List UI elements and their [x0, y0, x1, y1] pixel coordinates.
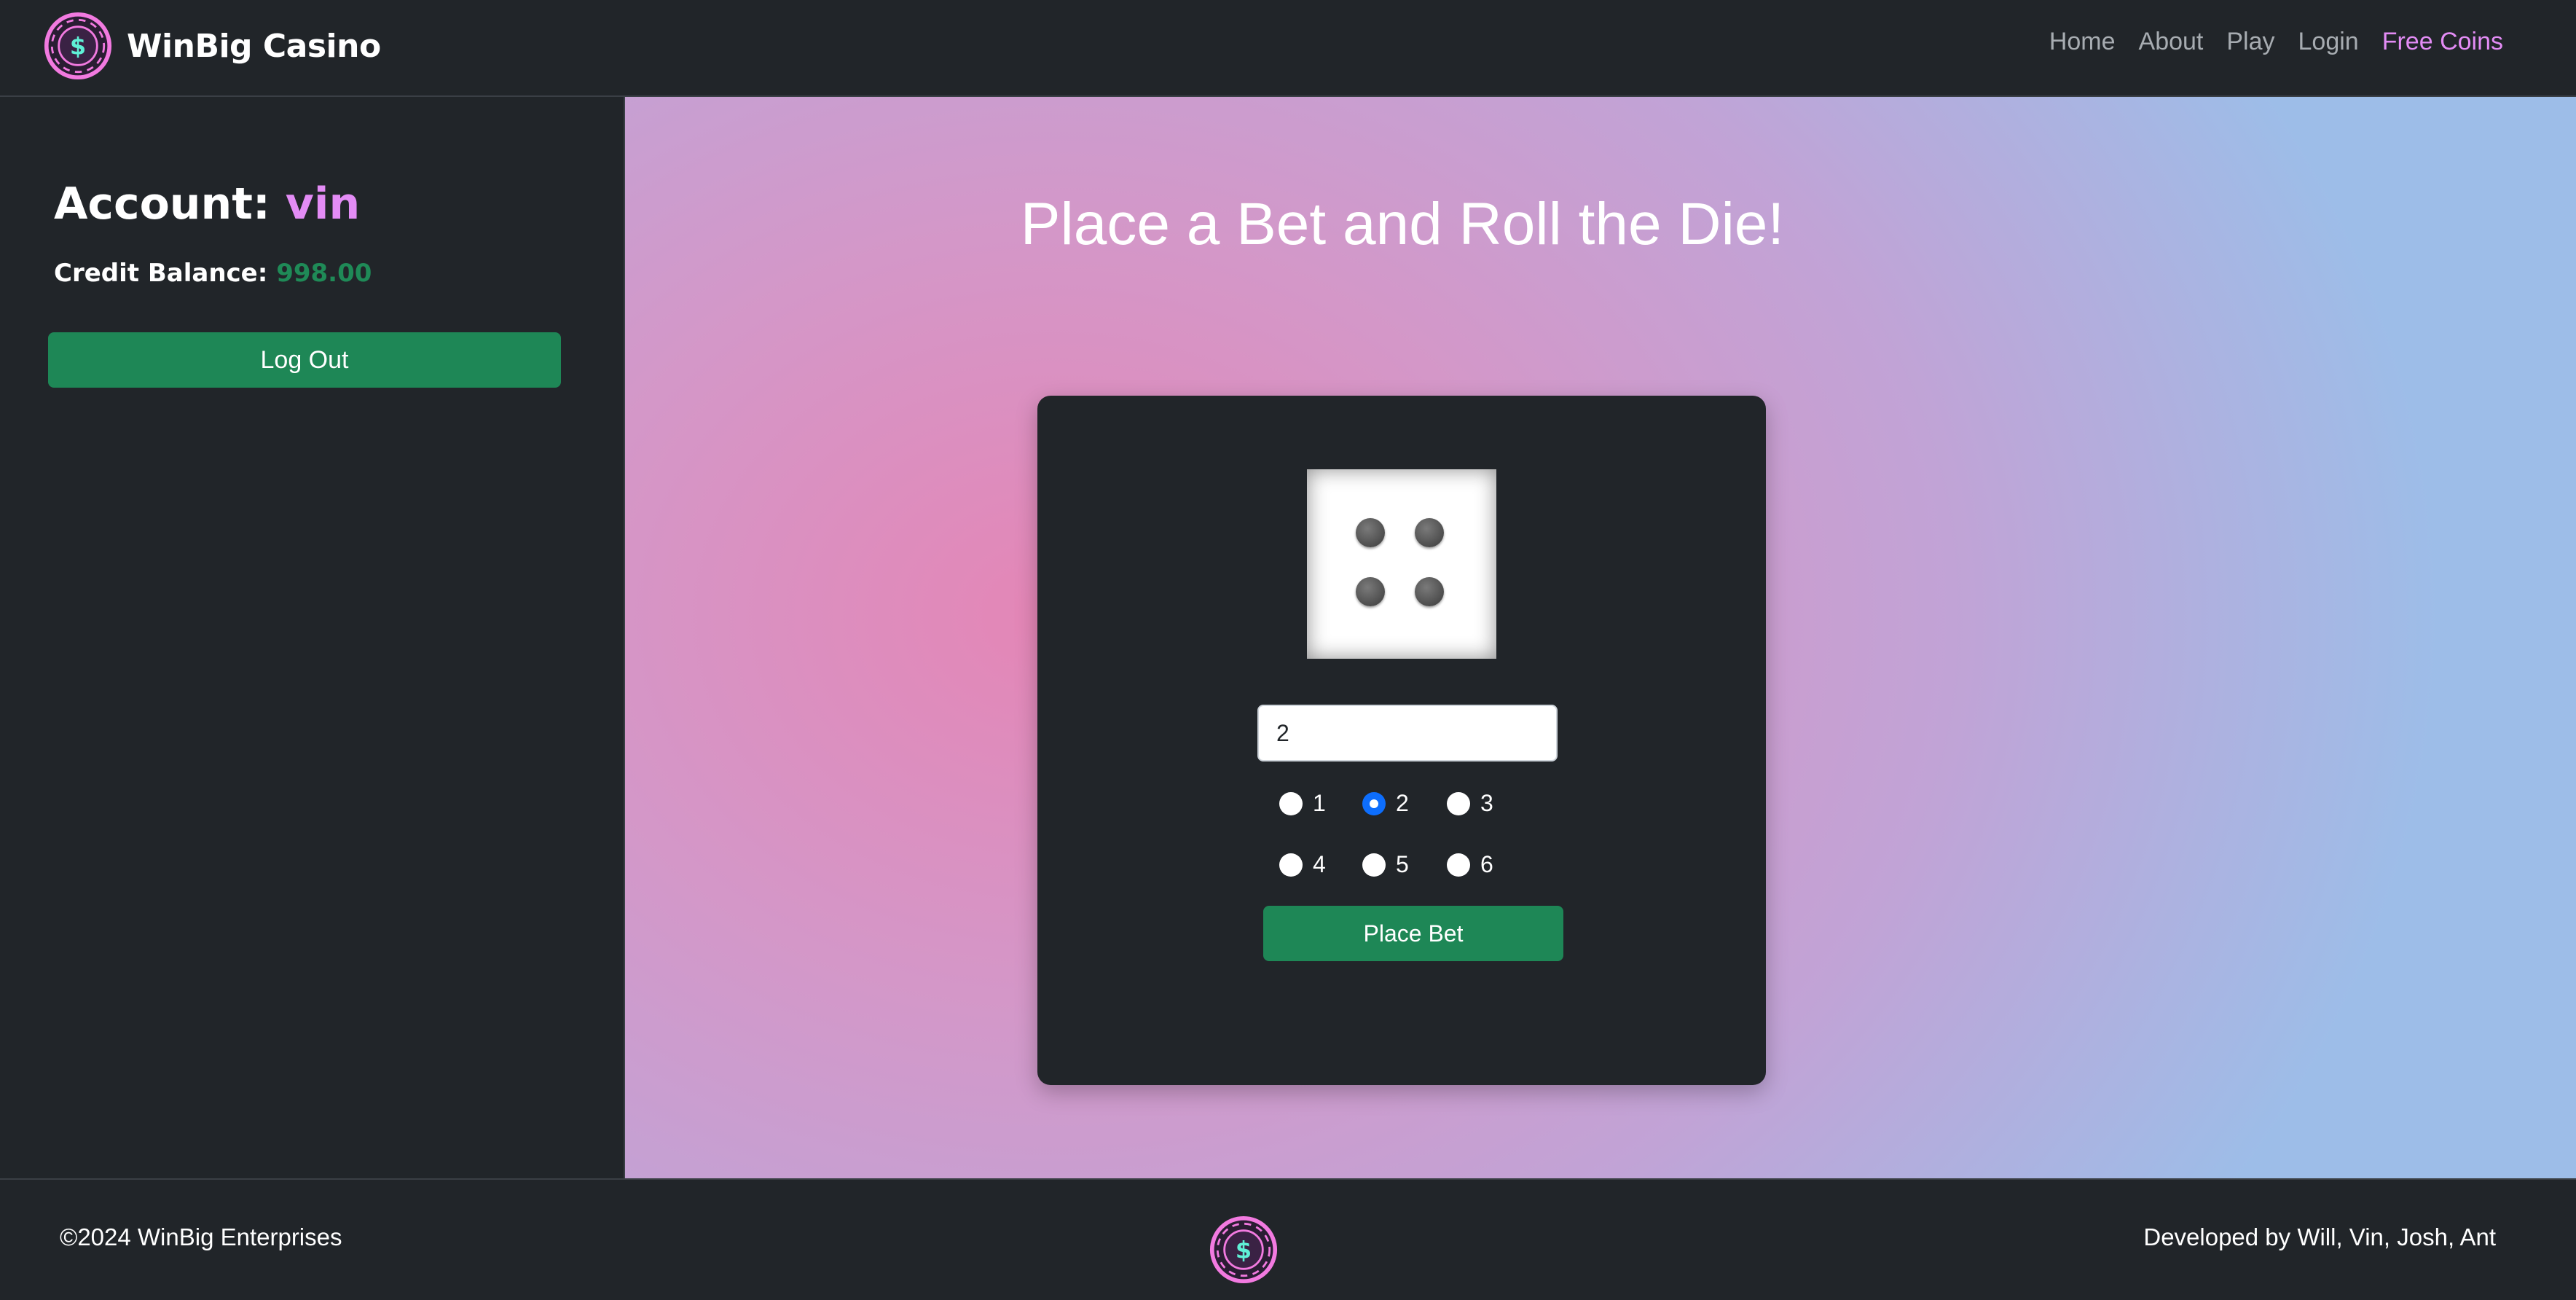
- svg-text:$: $: [1236, 1236, 1252, 1264]
- credit-amount: 998.00: [276, 259, 372, 288]
- radio-button-selected[interactable]: [1362, 791, 1386, 815]
- radio-option-5[interactable]: 5: [1362, 851, 1409, 878]
- radio-label: 5: [1396, 851, 1409, 877]
- page-title: Place a Bet and Roll the Die!: [1020, 191, 1785, 257]
- credit-label: Credit Balance:: [54, 259, 268, 288]
- die-pip: [1356, 518, 1385, 547]
- account-username: vin: [285, 179, 361, 230]
- die-pip: [1356, 577, 1385, 606]
- main-content: Place a Bet and Roll the Die! 1 2 3 4 5: [625, 97, 2576, 1178]
- radio-label: 3: [1480, 790, 1493, 816]
- radio-button[interactable]: [1447, 853, 1470, 877]
- die-pip: [1415, 518, 1444, 547]
- bet-amount-input[interactable]: [1257, 705, 1558, 761]
- radio-option-6[interactable]: 6: [1447, 851, 1493, 878]
- radio-option-1[interactable]: 1: [1279, 790, 1326, 817]
- game-card: 1 2 3 4 5 6 Place Bet: [1037, 396, 1766, 1085]
- radio-label: 6: [1480, 851, 1493, 877]
- die-face: [1307, 469, 1496, 659]
- account-heading: Account: vin: [54, 179, 360, 230]
- nav-play-link[interactable]: Play: [2226, 28, 2274, 56]
- radio-option-4[interactable]: 4: [1279, 851, 1326, 878]
- sidebar: Account: vin Credit Balance: 998.00 Log …: [0, 97, 625, 1178]
- radio-label: 1: [1313, 790, 1326, 816]
- footer: ©2024 WinBig Enterprises $ Developed by …: [0, 1178, 2576, 1300]
- radio-button[interactable]: [1279, 791, 1303, 815]
- radio-button[interactable]: [1447, 791, 1470, 815]
- nav-free-coins-link[interactable]: Free Coins: [2382, 28, 2503, 56]
- brand[interactable]: $ WinBig Casino: [44, 9, 381, 82]
- credit-balance: Credit Balance: 998.00: [54, 259, 372, 288]
- footer-copyright: ©2024 WinBig Enterprises: [60, 1223, 342, 1250]
- logout-button[interactable]: Log Out: [48, 332, 561, 388]
- radio-option-3[interactable]: 3: [1447, 790, 1493, 817]
- svg-text:$: $: [70, 32, 86, 60]
- navbar: $ WinBig Casino Home About Play Login Fr…: [0, 0, 2576, 97]
- casino-chip-footer-icon: $: [1209, 1215, 1278, 1284]
- radio-label: 2: [1396, 790, 1409, 816]
- place-bet-button[interactable]: Place Bet: [1263, 906, 1563, 961]
- casino-chip-logo-icon: $: [44, 12, 112, 80]
- radio-button[interactable]: [1362, 853, 1386, 877]
- nav-about-link[interactable]: About: [2139, 28, 2204, 56]
- account-label: Account:: [54, 179, 270, 230]
- footer-credits: Developed by Will, Vin, Josh, Ant: [2143, 1223, 2496, 1250]
- radio-button[interactable]: [1279, 853, 1303, 877]
- die-pip: [1415, 577, 1444, 606]
- brand-name: WinBig Casino: [127, 27, 381, 65]
- radio-option-2[interactable]: 2: [1362, 790, 1409, 817]
- radio-label: 4: [1313, 851, 1326, 877]
- nav-links: Home About Play Login Free Coins: [2026, 28, 2503, 56]
- nav-home-link[interactable]: Home: [2049, 28, 2116, 56]
- nav-login-link[interactable]: Login: [2298, 28, 2359, 56]
